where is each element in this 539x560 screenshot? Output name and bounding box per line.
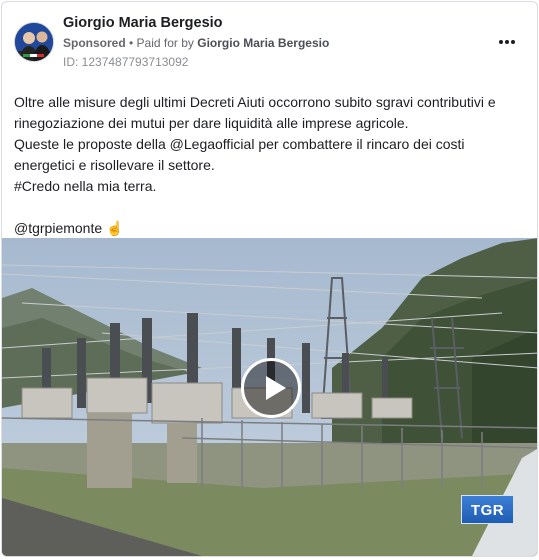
tgr-watermark: TGR bbox=[461, 495, 514, 524]
post-text-line: energetici e risollevare il settore. bbox=[14, 157, 215, 173]
payer-name[interactable]: Giorgio Maria Bergesio bbox=[197, 36, 329, 50]
post-text-line: Oltre alle misure degli ultimi Decreti A… bbox=[14, 94, 496, 110]
ad-id: ID: 1237487793713092 bbox=[63, 55, 189, 69]
paid-for-label: • Paid for by bbox=[125, 36, 198, 50]
mention-line[interactable]: @tgrpiemonte ☝️ bbox=[14, 218, 514, 239]
avatar[interactable] bbox=[14, 22, 54, 62]
play-icon bbox=[266, 376, 286, 400]
ad-card: Giorgio Maria Bergesio Sponsored • Paid … bbox=[1, 1, 538, 557]
more-options-icon[interactable] bbox=[495, 32, 519, 52]
avatar-image bbox=[15, 23, 53, 61]
post-text-line: rinegoziazione dei mutui per dare liquid… bbox=[14, 115, 409, 131]
post-text-line: Queste le proposte della @Legaofficial p… bbox=[14, 136, 465, 152]
post-text-line: #Credo nella mia terra. bbox=[14, 178, 157, 194]
author-name[interactable]: Giorgio Maria Bergesio bbox=[63, 15, 223, 31]
post-text: Oltre alle misure degli ultimi Decreti A… bbox=[14, 92, 514, 239]
sponsored-meta: Sponsored • Paid for by Giorgio Maria Be… bbox=[63, 36, 329, 50]
video-thumbnail[interactable]: TGR bbox=[2, 238, 537, 556]
sponsored-label: Sponsored bbox=[63, 36, 126, 50]
post-header: Giorgio Maria Bergesio Sponsored • Paid … bbox=[2, 2, 537, 82]
play-button[interactable] bbox=[241, 358, 301, 418]
